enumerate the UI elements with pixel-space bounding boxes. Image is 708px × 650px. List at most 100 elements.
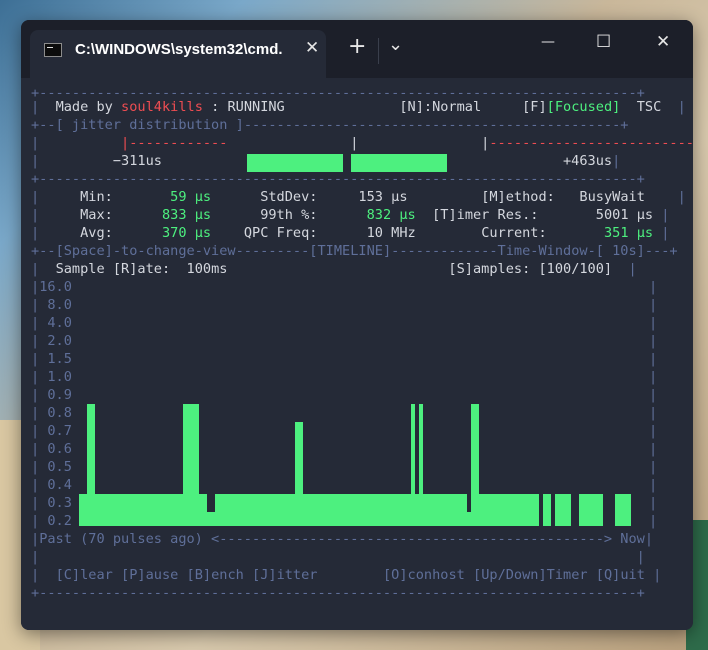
y-tick-label: 16.0 [39, 279, 72, 295]
focus-key: [F] [522, 99, 547, 115]
timeline-bar [547, 494, 551, 526]
axis-border-right: | [649, 495, 658, 511]
y-axis-row: | 1.0 | [31, 368, 657, 386]
tab-close-icon[interactable]: ✕ [305, 38, 319, 58]
axis-border: | [31, 369, 48, 385]
view-name: [TIMELINE] [309, 243, 392, 259]
x-right-label: Now [620, 531, 645, 547]
tsc-label: TSC [636, 99, 662, 115]
bench-key[interactable]: [B]ench [187, 567, 244, 583]
y-axis-row: | 0.7 | [31, 422, 657, 440]
timer-value: 5001 µs [595, 207, 654, 223]
axis-border-right: | [649, 405, 658, 421]
axis-border: | [31, 387, 48, 403]
view-bar-line: +--[Space]-to-change-view---------[TIMEL… [31, 243, 678, 259]
y-tick-label: 0.7 [47, 423, 72, 439]
jitter-key[interactable]: [J]itter [252, 567, 317, 583]
axis-border-right: | [649, 477, 658, 493]
method-label: [M]ethod: [481, 189, 555, 205]
axis-border-right: | [649, 513, 658, 529]
y-axis-row: | 0.4 | [31, 476, 657, 494]
timer-label: [T]imer Res.: [432, 207, 539, 223]
pause-key[interactable]: [P]ause [121, 567, 178, 583]
y-tick-label: 0.6 [47, 441, 72, 457]
y-tick-label: 8.0 [47, 297, 72, 313]
min-value: 59 µs [170, 189, 212, 205]
avg-label: Avg: [80, 225, 113, 241]
footer-line: | [C]lear [P]ause [B]ench [J]itter [O]co… [31, 567, 662, 583]
axis-border: | [31, 333, 48, 349]
y-tick-label: 1.5 [47, 351, 72, 367]
jitter-title-line: +--[ jitter distribution ]--------------… [31, 117, 629, 133]
timeline-bar [599, 494, 603, 526]
x-left-label: Past (70 pulses ago) [39, 531, 203, 547]
axis-border-right: | [649, 315, 658, 331]
space-hint: [Space]-to-change-view [55, 243, 236, 259]
qpc-value: 10 MHz [366, 225, 416, 241]
jitter-max-label: +463us [562, 153, 613, 169]
tab-divider [378, 38, 379, 64]
quit-key[interactable]: [Q]uit [596, 567, 645, 583]
y-axis-row: | 0.8 | [31, 404, 657, 422]
timeline-bar [627, 494, 631, 526]
header-line: | Made by soul4kills : RUNNING [N]:Norma… [31, 99, 686, 115]
axis-border-right: | [649, 369, 658, 385]
axis-border: | [31, 405, 48, 421]
axis-border-right: | [649, 423, 658, 439]
console-area[interactable]: +---------------------------------------… [21, 78, 693, 630]
y-tick-label: 0.3 [47, 495, 72, 511]
stddev-value: 153 µs [358, 189, 408, 205]
clear-key[interactable]: [C]lear [56, 567, 113, 583]
stats-row-3: | Avg: 370 µs QPC Freq: 10 MHz Current: … [31, 225, 670, 241]
y-tick-label: 1.0 [47, 369, 72, 385]
samples-value: [100/100] [538, 261, 613, 277]
p99-value: 832 µs [366, 207, 416, 223]
method-value: BusyWait [579, 189, 645, 205]
x-axis-line: |Past (70 pulses ago) <-----------------… [31, 531, 654, 547]
axis-border-right: | [649, 297, 658, 313]
y-axis-row: | 0.6 | [31, 440, 657, 458]
tab-title: C:\WINDOWS\system32\cmd. [75, 41, 283, 58]
axis-border-right: | [649, 279, 658, 295]
y-axis-row: | 1.5 | [31, 350, 657, 368]
y-axis-row: | 2.0 | [31, 332, 657, 350]
axis-border-right: | [649, 459, 658, 475]
y-axis-row: | 8.0 | [31, 296, 657, 314]
terminal-window: C:\WINDOWS\system32\cmd. ✕ + ⌄ — ☐ ✕ +--… [21, 20, 693, 630]
jitter-bar-line: | |------------ | |---------------------… [31, 135, 693, 151]
y-axis-row: | 0.3 | [31, 494, 657, 512]
stats-row-1: | Min: 59 µs StdDev: 153 µs [M]ethod: Bu… [31, 189, 686, 205]
chevron-down-icon[interactable]: ⌄ [388, 34, 403, 55]
jitter-min-label: −311us [112, 153, 162, 169]
avg-value: 370 µs [161, 225, 212, 241]
author-name: soul4kills [121, 99, 203, 115]
jitter-segment-right [351, 154, 447, 172]
stddev-label: StdDev: [260, 189, 318, 205]
axis-border: | [31, 441, 48, 457]
time-window: Time-Window-[ 10s] [497, 243, 645, 259]
y-tick-label: 0.9 [47, 387, 72, 403]
sample-rate-label: Sample [R]ate: [55, 261, 171, 277]
y-tick-label: 4.0 [47, 315, 72, 331]
sample-line: | Sample [R]ate: 100ms [S]amples: [100/1… [31, 261, 637, 277]
title-bar[interactable]: C:\WINDOWS\system32\cmd. ✕ + ⌄ — ☐ ✕ [21, 20, 693, 78]
qpc-label: QPC Freq: [243, 225, 318, 241]
axis-border-right: | [649, 333, 658, 349]
y-axis-row: | 0.9 | [31, 386, 657, 404]
status-separator: : [202, 99, 228, 115]
tab-cmd[interactable]: C:\WINDOWS\system32\cmd. ✕ [30, 30, 326, 78]
min-label: Min: [80, 189, 113, 205]
samples-label: [S]amples: [448, 261, 531, 277]
new-tab-button[interactable]: + [348, 34, 366, 59]
focus-value: [Focused] [546, 99, 621, 115]
maximize-button[interactable]: ☐ [596, 32, 611, 52]
border-bottom: +---------------------------------------… [31, 585, 645, 601]
axis-border-right: | [649, 387, 658, 403]
minimize-button[interactable]: — [541, 34, 555, 50]
conhost-key[interactable]: [O]conhost [383, 567, 465, 583]
status-text: RUNNING [227, 99, 285, 115]
max-value: 833 µs [161, 207, 212, 223]
close-button[interactable]: ✕ [656, 32, 670, 52]
timer-key[interactable]: [Up/Down]Timer [473, 567, 588, 583]
axis-border-right: | [649, 351, 658, 367]
